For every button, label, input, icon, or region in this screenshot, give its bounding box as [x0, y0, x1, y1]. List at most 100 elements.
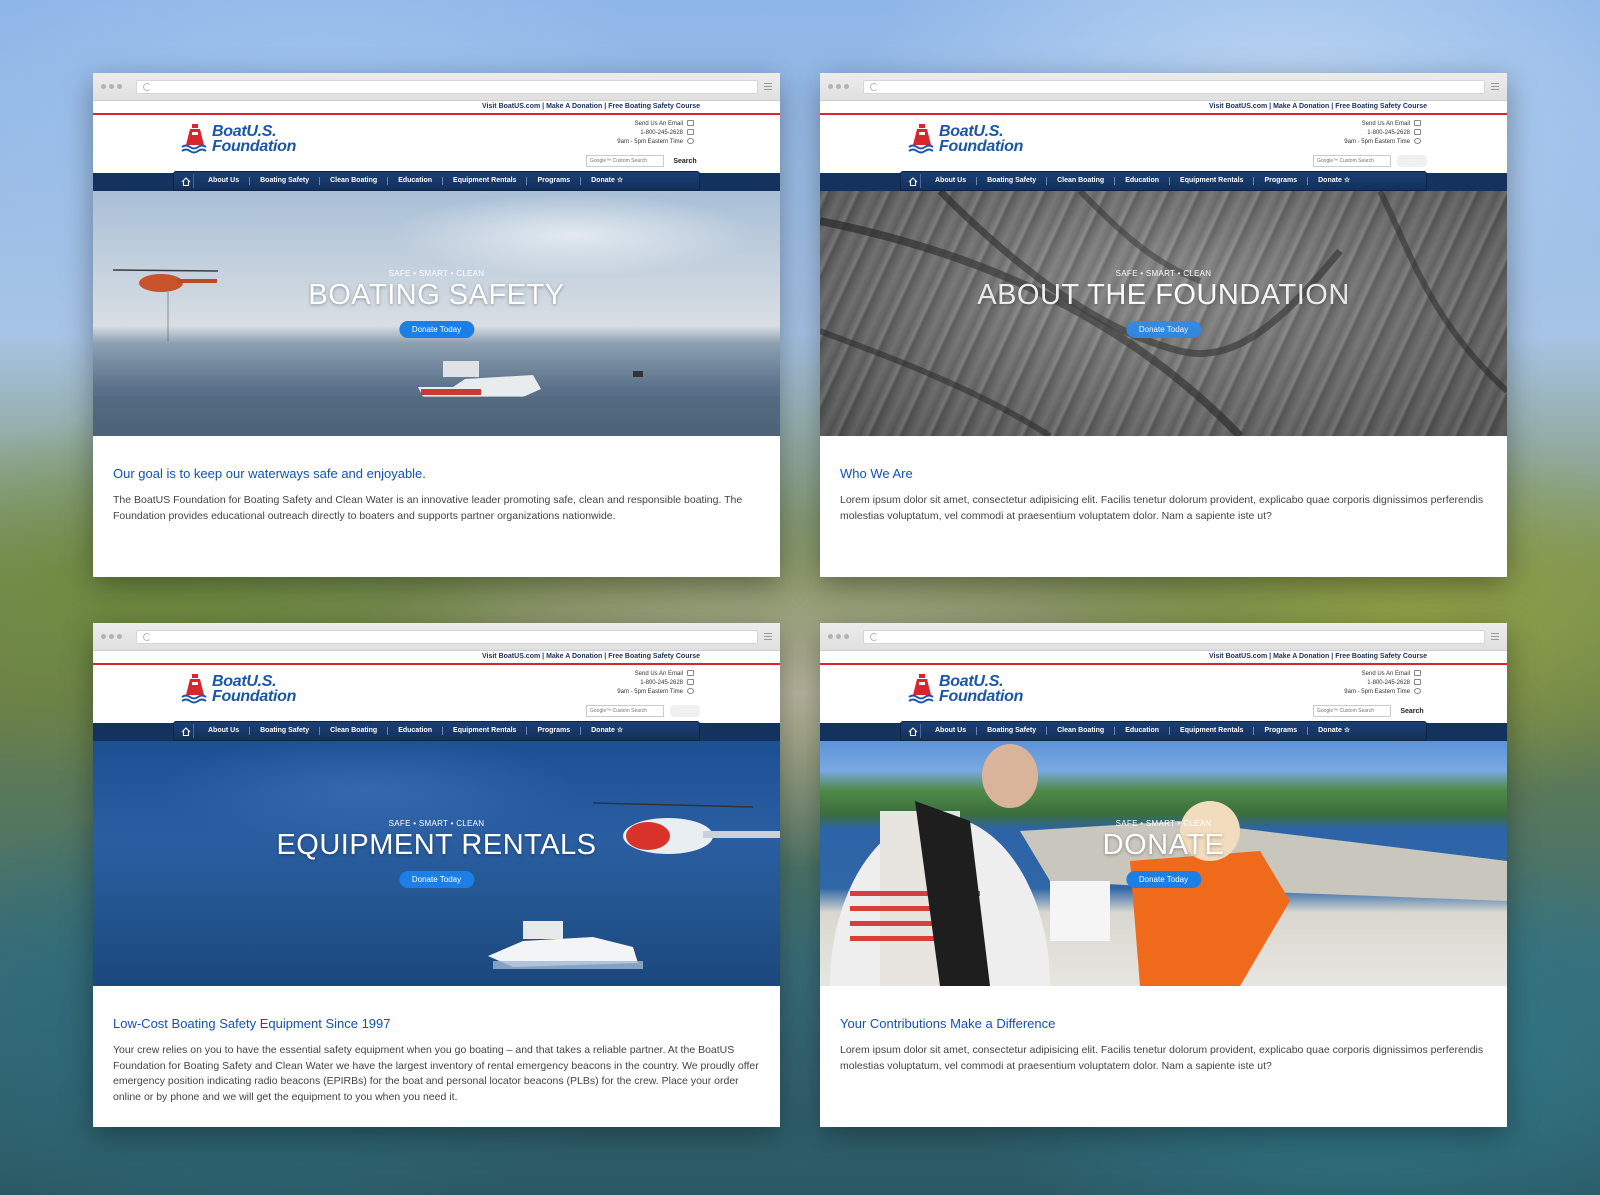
boatus-logo[interactable]: BoatU.S. Foundation — [181, 673, 296, 705]
safety-course-link[interactable]: Free Boating Safety Course — [608, 103, 700, 110]
window-controls[interactable] — [828, 84, 849, 89]
nav-programs[interactable]: Programs — [527, 727, 582, 735]
address-bar[interactable] — [863, 79, 1485, 94]
browser-chrome — [93, 623, 780, 651]
search-button[interactable]: Search — [670, 705, 700, 717]
address-bar[interactable] — [136, 79, 758, 94]
star-icon: ☆ — [1343, 177, 1351, 184]
search-button[interactable]: Search — [670, 155, 700, 167]
business-hours: 9am - 5pm Eastern Time — [1344, 689, 1410, 695]
hero-banner: SAFE • SMART • CLEAN ABOUT THE FOUNDATIO… — [820, 191, 1507, 436]
nav-clean-boating[interactable]: Clean Boating — [1047, 727, 1116, 735]
nav-equipment-rentals[interactable]: Equipment Rentals — [1170, 727, 1255, 735]
buoy-icon — [181, 124, 207, 154]
browser-menu-icon[interactable] — [764, 633, 772, 640]
nav-programs[interactable]: Programs — [1254, 177, 1309, 185]
home-icon[interactable] — [905, 724, 921, 738]
page-content: Who We Are Lorem ipsum dolor sit amet, c… — [820, 436, 1507, 524]
home-icon[interactable] — [178, 724, 194, 738]
reload-icon[interactable] — [143, 82, 151, 91]
search-input[interactable] — [1313, 155, 1391, 167]
make-donation-link[interactable]: Make A Donation — [546, 103, 602, 110]
donate-today-button[interactable]: Donate Today — [398, 321, 475, 338]
utility-links: Visit BoatUS.com | Make A Donation | Fre… — [93, 101, 780, 115]
address-bar[interactable] — [863, 629, 1485, 644]
browser-menu-icon[interactable] — [1491, 633, 1499, 640]
nav-about-us[interactable]: About Us — [925, 177, 978, 185]
visit-boatus-link[interactable]: Visit BoatUS.com — [1209, 103, 1267, 110]
visit-boatus-link[interactable]: Visit BoatUS.com — [482, 103, 540, 110]
clock-icon — [1414, 138, 1421, 145]
boatus-logo[interactable]: BoatU.S. Foundation — [908, 123, 1023, 155]
home-icon[interactable] — [178, 174, 194, 188]
email-link[interactable]: Send Us An Email — [1362, 121, 1410, 127]
nav-boating-safety[interactable]: Boating Safety — [977, 177, 1048, 185]
nav-clean-boating[interactable]: Clean Boating — [320, 177, 389, 185]
donate-today-button[interactable]: Donate Today — [398, 871, 475, 888]
nav-boating-safety[interactable]: Boating Safety — [250, 177, 321, 185]
boatus-logo[interactable]: BoatU.S. Foundation — [908, 673, 1023, 705]
browser-menu-icon[interactable] — [1491, 83, 1499, 90]
nav-equipment-rentals[interactable]: Equipment Rentals — [1170, 177, 1255, 185]
make-donation-link[interactable]: Make A Donation — [546, 653, 602, 660]
nav-about-us[interactable]: About Us — [925, 727, 978, 735]
nav-donate[interactable]: Donate ☆ — [1308, 177, 1360, 185]
hero-banner: SAFE • SMART • CLEAN DONATE Donate Today — [820, 741, 1507, 986]
nav-education[interactable]: Education — [1115, 727, 1171, 735]
hero-title: DONATE — [1102, 829, 1225, 861]
star-icon: ☆ — [1343, 727, 1351, 734]
nav-education[interactable]: Education — [1115, 177, 1171, 185]
nav-donate[interactable]: Donate ☆ — [581, 727, 633, 735]
nav-donate[interactable]: Donate ☆ — [581, 177, 633, 185]
contact-info: Send Us An Email 1-800-245-2628 9am - 5p… — [617, 120, 694, 147]
boatus-logo[interactable]: BoatU.S. Foundation — [181, 123, 296, 155]
nav-boating-safety[interactable]: Boating Safety — [977, 727, 1048, 735]
reload-icon[interactable] — [143, 632, 151, 641]
email-link[interactable]: Send Us An Email — [1362, 671, 1410, 677]
nav-boating-safety[interactable]: Boating Safety — [250, 727, 321, 735]
nav-programs[interactable]: Programs — [1254, 727, 1309, 735]
make-donation-link[interactable]: Make A Donation — [1273, 103, 1329, 110]
safety-course-link[interactable]: Free Boating Safety Course — [1335, 103, 1427, 110]
safety-course-link[interactable]: Free Boating Safety Course — [608, 653, 700, 660]
donate-today-button[interactable]: Donate Today — [1125, 321, 1202, 338]
hero-banner: SAFE • SMART • CLEAN EQUIPMENT RENTALS D… — [93, 741, 780, 986]
search-input[interactable] — [586, 705, 664, 717]
nav-clean-boating[interactable]: Clean Boating — [320, 727, 389, 735]
search-input[interactable] — [1313, 705, 1391, 717]
search-button[interactable]: Search — [1397, 155, 1427, 167]
home-icon[interactable] — [905, 174, 921, 188]
nav-clean-boating[interactable]: Clean Boating — [1047, 177, 1116, 185]
search-button[interactable]: Search — [1397, 705, 1427, 717]
address-bar[interactable] — [136, 629, 758, 644]
donate-today-button[interactable]: Donate Today — [1125, 871, 1202, 888]
nav-education[interactable]: Education — [388, 177, 444, 185]
nav-equipment-rentals[interactable]: Equipment Rentals — [443, 177, 528, 185]
star-icon: ☆ — [616, 177, 624, 184]
nav-about-us[interactable]: About Us — [198, 727, 251, 735]
clock-icon — [1414, 688, 1421, 695]
nav-education[interactable]: Education — [388, 727, 444, 735]
reload-icon[interactable] — [870, 632, 878, 641]
visit-boatus-link[interactable]: Visit BoatUS.com — [482, 653, 540, 660]
clock-icon — [687, 688, 694, 695]
make-donation-link[interactable]: Make A Donation — [1273, 653, 1329, 660]
browser-window-4: Visit BoatUS.com | Make A Donation | Fre… — [820, 623, 1507, 1127]
window-controls[interactable] — [101, 84, 122, 89]
hero-title: BOATING SAFETY — [308, 279, 565, 311]
visit-boatus-link[interactable]: Visit BoatUS.com — [1209, 653, 1267, 660]
email-link[interactable]: Send Us An Email — [635, 121, 683, 127]
window-controls[interactable] — [101, 634, 122, 639]
nav-about-us[interactable]: About Us — [198, 177, 251, 185]
site-header: BoatU.S. Foundation Send Us An Email 1-8… — [820, 115, 1507, 173]
nav-donate[interactable]: Donate ☆ — [1308, 727, 1360, 735]
browser-menu-icon[interactable] — [764, 83, 772, 90]
window-controls[interactable] — [828, 634, 849, 639]
safety-course-link[interactable]: Free Boating Safety Course — [1335, 653, 1427, 660]
nav-programs[interactable]: Programs — [527, 177, 582, 185]
phone-number: 1-800-245-2628 — [640, 130, 683, 136]
reload-icon[interactable] — [870, 82, 878, 91]
nav-equipment-rentals[interactable]: Equipment Rentals — [443, 727, 528, 735]
email-link[interactable]: Send Us An Email — [635, 671, 683, 677]
search-input[interactable] — [586, 155, 664, 167]
